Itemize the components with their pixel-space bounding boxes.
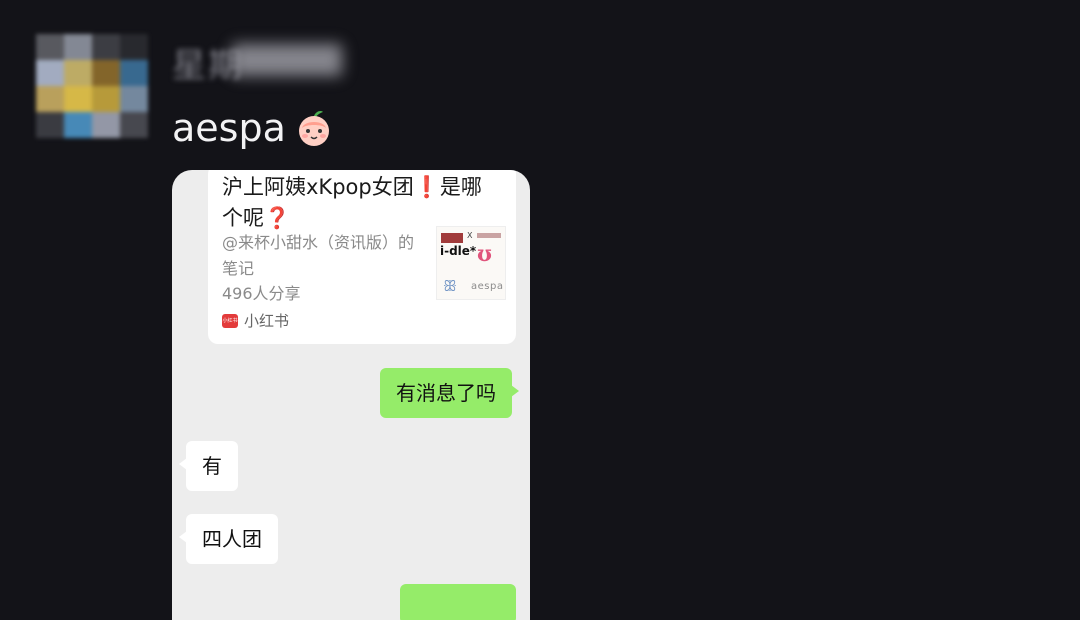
avatar-pixel: [36, 86, 64, 112]
peach-face-icon: [294, 108, 334, 148]
avatar-pixel: [36, 60, 64, 86]
avatar-pixel: [92, 112, 120, 138]
brand-logo-icon: [477, 233, 501, 238]
source-label: 小红书: [244, 312, 290, 330]
card-title-part1: 沪上阿姨xKpop女团: [222, 175, 414, 199]
exclamation-icon: ❗: [413, 175, 440, 199]
avatar-pixel: [36, 112, 64, 138]
avatar-pixel: [120, 60, 148, 86]
avatar-pixel: [120, 112, 148, 138]
brand-logo-icon: [441, 233, 463, 243]
message-bubble-outgoing[interactable]: 有消息了吗: [380, 368, 519, 418]
avatar-pixel: [120, 86, 148, 112]
twice-logo: ʊ: [477, 241, 492, 267]
butterfly-logo-icon: ꕥ: [443, 277, 457, 295]
avatar[interactable]: [36, 34, 148, 138]
card-share-count: 496人分享: [222, 284, 301, 303]
sender-name: 星期: [172, 38, 244, 87]
message-bubble-outgoing-partial[interactable]: [400, 584, 516, 620]
post-caption: aespa: [172, 106, 334, 150]
card-title: 沪上阿姨xKpop女团❗是哪个呢❓: [222, 172, 492, 234]
card-thumbnail: X i-dle* ʊ ꕥ aespa: [436, 226, 506, 300]
shared-note-card[interactable]: 沪上阿姨xKpop女团❗是哪个呢❓ @来杯小甜水（资讯版）的笔记 496人分享 …: [208, 170, 516, 344]
collab-x-mark: X: [467, 231, 473, 240]
avatar-pixel: [64, 86, 92, 112]
caption-text: aespa: [172, 106, 286, 150]
avatar-pixel: [92, 60, 120, 86]
avatar-pixel: [64, 60, 92, 86]
avatar-pixel: [120, 34, 148, 60]
avatar-pixel: [92, 86, 120, 112]
card-author: @来杯小甜水（资讯版）的笔记: [222, 233, 415, 278]
idle-logo: i-dle*: [440, 244, 477, 258]
message-bubble-incoming[interactable]: 四人团: [179, 514, 278, 564]
chat-screenshot: 沪上阿姨xKpop女团❗是哪个呢❓ @来杯小甜水（资讯版）的笔记 496人分享 …: [172, 170, 530, 620]
aespa-logo: aespa: [471, 281, 504, 292]
avatar-pixel: [36, 34, 64, 60]
card-source: 小红书 小红书: [222, 310, 289, 331]
question-icon: ❓: [264, 206, 291, 230]
message-bubble-incoming[interactable]: 有: [179, 441, 238, 491]
avatar-pixel: [64, 34, 92, 60]
avatar-pixel: [92, 34, 120, 60]
xiaohongshu-icon: 小红书: [222, 313, 238, 328]
avatar-pixel: [64, 112, 92, 138]
